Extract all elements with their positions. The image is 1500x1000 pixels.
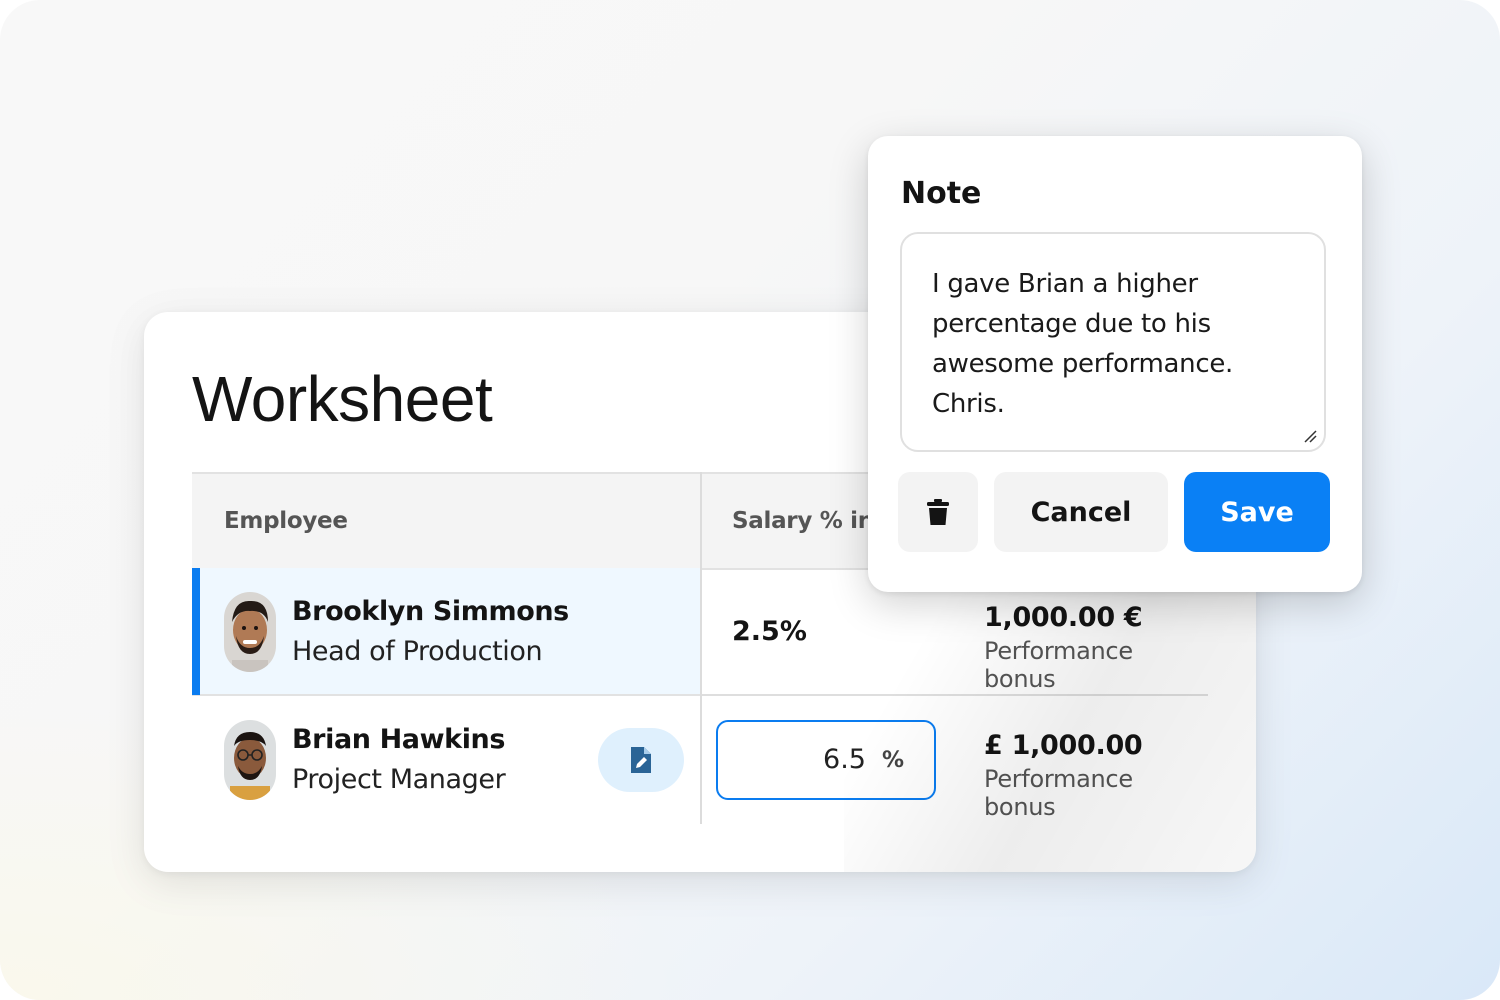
row-divider	[702, 694, 1208, 696]
note-popover: Note I gave Brian a higher percentage du…	[868, 136, 1362, 592]
avatar	[224, 720, 276, 800]
note-title: Note	[901, 176, 982, 211]
save-button[interactable]: Save	[1184, 472, 1330, 552]
note-textarea[interactable]: I gave Brian a higher percentage due to …	[900, 232, 1326, 452]
delete-note-button[interactable]	[898, 472, 978, 552]
employee-name: Brooklyn Simmons	[292, 596, 569, 627]
selected-row-indicator	[192, 568, 200, 695]
bonus-amount: 1,000.00 €	[984, 602, 1143, 633]
column-divider	[700, 472, 702, 824]
column-header-salary-pct[interactable]: Salary % in	[732, 508, 874, 534]
salary-pct-unit: %	[881, 748, 904, 773]
cancel-button[interactable]: Cancel	[994, 472, 1168, 552]
avatar-brooklyn-icon	[224, 592, 276, 672]
employee-role: Head of Production	[292, 636, 543, 667]
salary-pct-input[interactable]: 6.5 %	[716, 720, 936, 800]
note-text[interactable]: I gave Brian a higher percentage due to …	[932, 264, 1302, 424]
avatar	[224, 592, 276, 672]
edit-note-button[interactable]	[598, 728, 684, 792]
salary-pct-value: 2.5%	[732, 616, 807, 647]
employee-role: Project Manager	[292, 764, 506, 795]
avatar-brian-icon	[224, 720, 276, 800]
employee-name: Brian Hawkins	[292, 724, 506, 755]
page-title: Worksheet	[192, 363, 493, 435]
bonus-amount: £ 1,000.00	[984, 730, 1143, 761]
salary-pct-input-value[interactable]: 6.5	[823, 744, 866, 775]
file-edit-icon	[631, 747, 651, 773]
resize-handle-icon[interactable]	[1302, 428, 1318, 444]
column-header-employee[interactable]: Employee	[224, 508, 348, 534]
trash-icon	[927, 499, 949, 525]
bonus-label: Performance bonus	[984, 637, 1133, 693]
bonus-label: Performance bonus	[984, 765, 1133, 821]
